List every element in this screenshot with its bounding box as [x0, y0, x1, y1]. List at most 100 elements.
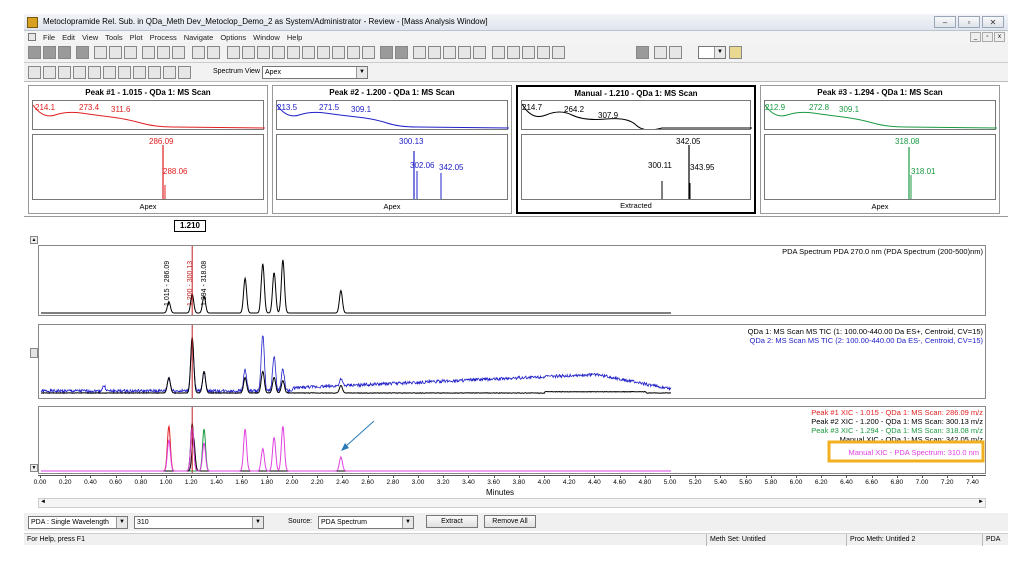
- tool-icon[interactable]: [552, 46, 565, 59]
- tool-icon[interactable]: [148, 66, 161, 79]
- tool-icon[interactable]: [88, 66, 101, 79]
- menu-help[interactable]: Help: [287, 33, 302, 42]
- extract-button[interactable]: Extract: [426, 515, 478, 528]
- x-tick-mark: [745, 475, 747, 478]
- ms-peak-label: 300.11: [648, 161, 672, 170]
- panel-footer: Apex: [383, 202, 401, 211]
- tool-icon[interactable]: [317, 46, 330, 59]
- spectrum-label: 264.2: [564, 105, 585, 114]
- tool-icon[interactable]: [428, 46, 441, 59]
- scroll-up-arrow[interactable]: ▲: [30, 236, 38, 244]
- x-tick-label: 7.20: [940, 479, 954, 486]
- pda-chromatogram-plot[interactable]: PDA Spectrum PDA 270.0 nm (PDA Spectrum …: [38, 245, 986, 316]
- menu-view[interactable]: View: [82, 33, 98, 42]
- menu-options[interactable]: Options: [220, 33, 246, 42]
- tool-icon[interactable]: [43, 66, 56, 79]
- xic-plot[interactable]: Peak #1 XIC - 1.015 - QDa 1: MS Scan: 28…: [38, 406, 986, 474]
- spectrum-panel-manual[interactable]: Manual - 1.210 - QDa 1: MS Scan 214.7 26…: [516, 85, 756, 214]
- tool-icon[interactable]: [118, 66, 131, 79]
- remove-all-button[interactable]: Remove All: [484, 515, 536, 528]
- tool-icon[interactable]: [43, 46, 56, 59]
- tool-icon[interactable]: [272, 46, 285, 59]
- menu-edit[interactable]: Edit: [62, 33, 75, 42]
- tool-icon[interactable]: [395, 46, 408, 59]
- spectrum-view-value: Apex: [265, 69, 281, 76]
- scroll-down-arrow[interactable]: ▼: [30, 464, 38, 472]
- tool-icon[interactable]: [522, 46, 535, 59]
- panel-title: Peak #2 - 1.200 - QDa 1: MS Scan: [329, 88, 455, 97]
- mdi-close-button[interactable]: x: [994, 32, 1005, 42]
- ms-spectrum-bars: 318.08 318.01: [895, 137, 936, 199]
- mdi-minimize-button[interactable]: _: [970, 32, 981, 42]
- source-value: PDA Spectrum: [321, 519, 367, 526]
- tool-icon[interactable]: [58, 66, 71, 79]
- ms-peak-label: 343.95: [690, 163, 715, 172]
- menu-tools[interactable]: Tools: [105, 33, 123, 42]
- tool-icon[interactable]: [654, 46, 667, 59]
- tool-icon[interactable]: [94, 46, 107, 59]
- tool-icon[interactable]: [347, 46, 360, 59]
- horizontal-scrollbar[interactable]: ◄ ►: [38, 498, 986, 508]
- tool-icon[interactable]: [142, 46, 155, 59]
- x-tick-mark: [518, 475, 520, 478]
- x-tick-label: 2.20: [310, 479, 324, 486]
- source-select[interactable]: PDA Spectrum ▼: [318, 516, 414, 529]
- tool-icon[interactable]: [443, 46, 456, 59]
- tool-icon[interactable]: [28, 46, 41, 59]
- redo-icon[interactable]: [207, 46, 220, 59]
- menu-navigate[interactable]: Navigate: [184, 33, 214, 42]
- spectrum-panel-peak3[interactable]: Peak #3 - 1.294 - QDa 1: MS Scan 212.9 2…: [760, 85, 1000, 214]
- tool-icon[interactable]: [172, 46, 185, 59]
- tool-icon[interactable]: [492, 46, 505, 59]
- spectrum-panel-peak1[interactable]: Peak #1 - 1.015 - QDa 1: MS Scan 214.1 2…: [28, 85, 268, 214]
- mdi-restore-button[interactable]: ▫: [982, 32, 993, 42]
- tool-icon[interactable]: [287, 46, 300, 59]
- tool-icon[interactable]: [362, 46, 375, 59]
- menu-process[interactable]: Process: [150, 33, 177, 42]
- close-button[interactable]: ✕: [982, 16, 1004, 28]
- tool-icon[interactable]: [109, 46, 122, 59]
- spectrum-panel-peak2[interactable]: Peak #2 - 1.200 - QDa 1: MS Scan 213.5 2…: [272, 85, 512, 214]
- menu-file[interactable]: File: [43, 33, 55, 42]
- tool-icon[interactable]: [257, 46, 270, 59]
- channel-mode-select[interactable]: PDA : Single Wavelength ▼: [28, 516, 128, 529]
- tool-icon[interactable]: [507, 46, 520, 59]
- ms-tic-plot[interactable]: QDa 1: MS Scan MS TIC (1: 100.00-440.00 …: [38, 324, 986, 399]
- toolbar-dropdown[interactable]: ▼: [698, 46, 726, 59]
- scroll-left-arrow[interactable]: ◄: [40, 499, 46, 505]
- tool-icon[interactable]: [413, 46, 426, 59]
- minimize-button[interactable]: –: [934, 16, 956, 28]
- spectrum-view-select[interactable]: Apex ▼: [262, 66, 368, 79]
- tool-icon[interactable]: [380, 46, 393, 59]
- tool-icon[interactable]: [227, 46, 240, 59]
- x-axis-label: Minutes: [486, 488, 515, 497]
- menu-window[interactable]: Window: [253, 33, 280, 42]
- tool-icon[interactable]: [163, 66, 176, 79]
- refresh-icon[interactable]: [178, 66, 191, 79]
- undo-icon[interactable]: [192, 46, 205, 59]
- tool-icon[interactable]: [58, 46, 71, 59]
- tool-icon[interactable]: [157, 46, 170, 59]
- wavelength-select[interactable]: 310 ▼: [134, 516, 264, 529]
- tool-icon[interactable]: [332, 46, 345, 59]
- tool-icon[interactable]: [473, 46, 486, 59]
- scroll-right-arrow[interactable]: ►: [978, 499, 984, 505]
- maximize-button[interactable]: ▫: [958, 16, 980, 28]
- tool-icon[interactable]: [242, 46, 255, 59]
- tool-icon[interactable]: [458, 46, 471, 59]
- tool-icon[interactable]: [669, 46, 682, 59]
- highlight-icon[interactable]: [729, 46, 742, 59]
- tool-icon[interactable]: [76, 46, 89, 59]
- menu-plot[interactable]: Plot: [130, 33, 143, 42]
- x-tick-mark: [90, 475, 92, 478]
- tool-icon[interactable]: [73, 66, 86, 79]
- print-icon[interactable]: [636, 46, 649, 59]
- tool-icon[interactable]: [537, 46, 550, 59]
- tool-icon[interactable]: [28, 66, 41, 79]
- scroll-thumb[interactable]: [30, 348, 38, 358]
- x-tick-label: 1.40: [210, 479, 223, 486]
- tool-icon[interactable]: [124, 46, 137, 59]
- tool-icon[interactable]: [133, 66, 146, 79]
- tool-icon[interactable]: [103, 66, 116, 79]
- tool-icon[interactable]: [302, 46, 315, 59]
